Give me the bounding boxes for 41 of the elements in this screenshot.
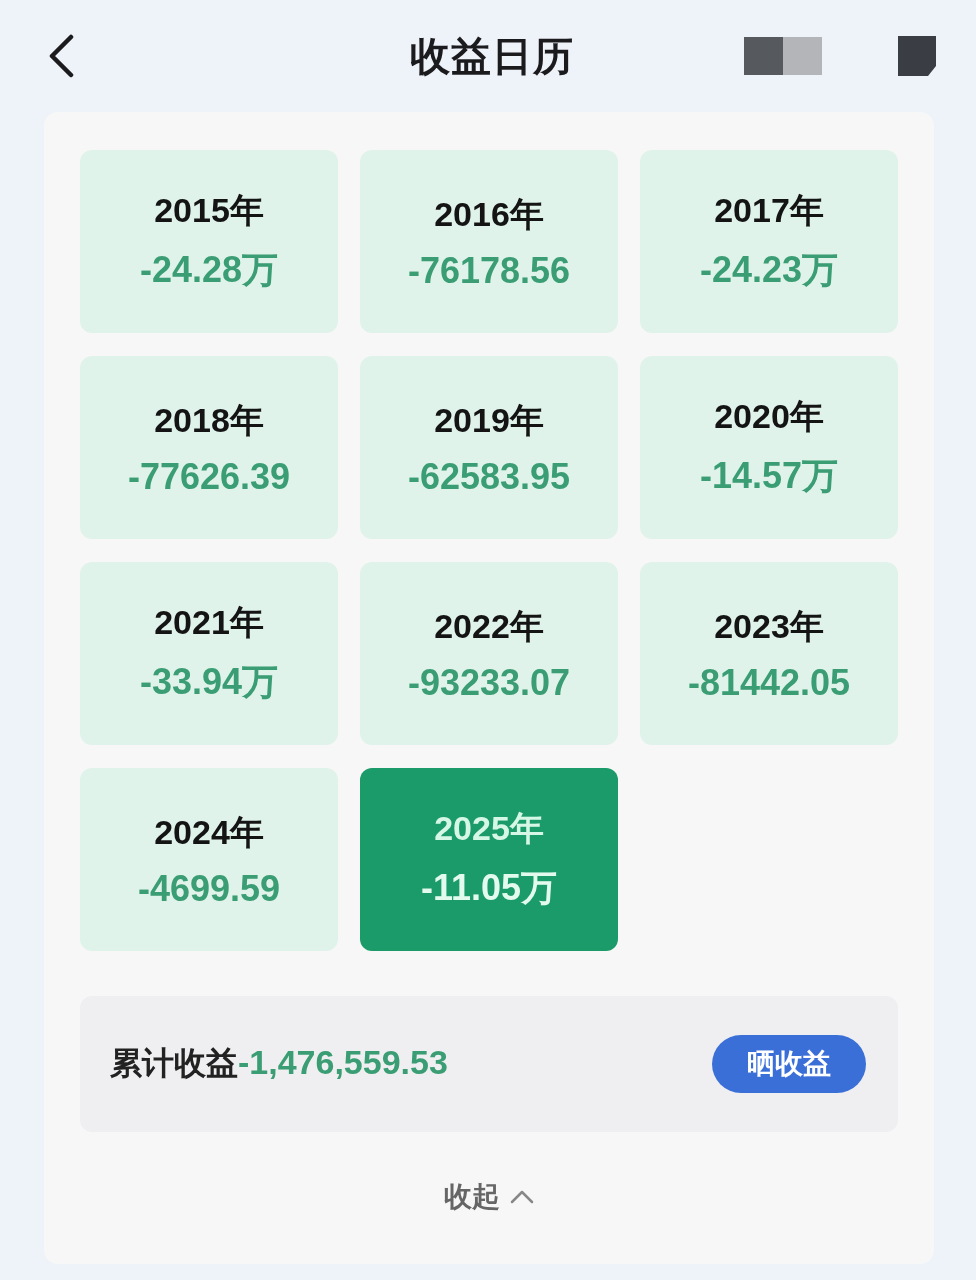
chevron-up-icon: [510, 1190, 534, 1204]
year-tile[interactable]: 2016年 -76178.56: [360, 150, 618, 333]
total-profit-label: 累计收益: [110, 1044, 238, 1083]
year-label: 2025年: [434, 808, 544, 849]
year-profit: -11.05万: [420, 866, 558, 910]
year-tile[interactable]: 2024年 -4699.59: [80, 768, 338, 951]
year-label: 2015年: [154, 190, 264, 231]
year-profit: -24.23万: [699, 248, 839, 292]
collapse-button[interactable]: 收起: [444, 1178, 534, 1216]
year-tile[interactable]: 2018年 -77626.39: [80, 356, 338, 539]
year-profit: -14.57万: [699, 454, 839, 498]
year-tile[interactable]: 2023年 -81442.05: [640, 562, 898, 745]
year-profit: -24.28万: [139, 248, 279, 292]
year-tile[interactable]: 2020年 -14.57万: [640, 356, 898, 539]
year-label: 2024年: [154, 811, 264, 853]
share-profit-button[interactable]: 晒收益: [712, 1035, 866, 1093]
year-profit: -77626.39: [127, 455, 291, 498]
year-profit: -76178.56: [407, 249, 571, 292]
year-label: 2022年: [434, 605, 544, 647]
year-profit: -4699.59: [137, 867, 281, 910]
year-label: 2018年: [154, 399, 264, 441]
year-tile[interactable]: 2022年 -93233.07: [360, 562, 618, 745]
total-profit-value: -1,476,559.53: [238, 1043, 448, 1082]
year-label: 2020年: [714, 396, 824, 437]
year-tile[interactable]: 2015年 -24.28万: [80, 150, 338, 333]
year-profit: -93233.07: [407, 661, 571, 704]
year-profit: -81442.05: [687, 661, 851, 704]
year-label: 2021年: [154, 602, 264, 643]
year-label: 2016年: [434, 193, 544, 235]
year-profit: -62583.95: [407, 455, 571, 498]
back-icon[interactable]: [48, 34, 74, 78]
year-tile[interactable]: 2021年 -33.94万: [80, 562, 338, 745]
year-label: 2019年: [434, 399, 544, 441]
page-title: 收益日历: [410, 32, 574, 80]
year-profit: -33.94万: [139, 660, 279, 704]
year-tile[interactable]: 2019年 -62583.95: [360, 356, 618, 539]
year-tile[interactable]: 2017年 -24.23万: [640, 150, 898, 333]
square-icon[interactable]: [898, 36, 936, 76]
mosaic-icon[interactable]: [744, 37, 822, 75]
year-label: 2023年: [714, 605, 824, 647]
year-label: 2017年: [714, 190, 824, 231]
